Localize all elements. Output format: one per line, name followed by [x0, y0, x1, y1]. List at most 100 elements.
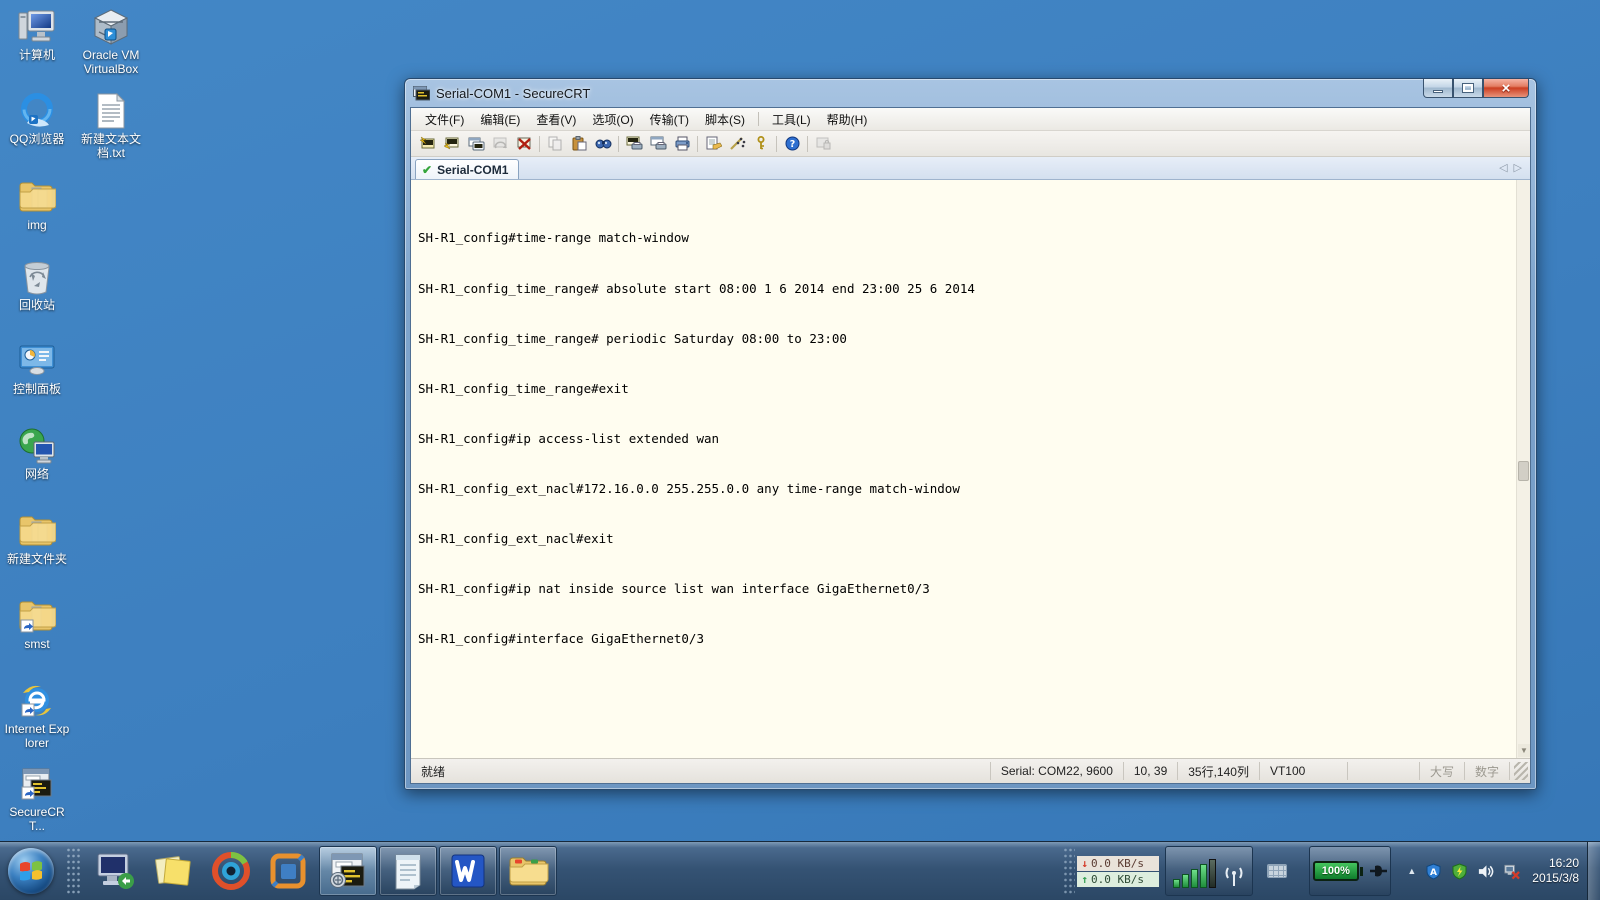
session-options-button[interactable] — [701, 133, 725, 155]
folder-icon — [17, 512, 57, 550]
quick-connect-button[interactable] — [416, 133, 440, 155]
taskbar-vmware[interactable] — [267, 847, 311, 895]
desktop-icon-qq-browser[interactable]: QQ浏览器 — [4, 92, 70, 146]
terminal-line: SH-R1_config_time_range# absolute start … — [418, 280, 975, 296]
desktop-icon-label: 计算机 — [18, 48, 55, 62]
control-panel-icon — [17, 342, 57, 380]
desktop-icon-virtualbox[interactable]: Oracle VM VirtualBox — [78, 8, 144, 76]
network-speed-widget[interactable]: ↓ 0.0 KB/s ↑ 0.0 KB/s — [1077, 855, 1160, 887]
desktop-icon-computer[interactable]: 计算机 — [4, 8, 70, 62]
maximize-button[interactable] — [1453, 79, 1483, 98]
taskbar-notepad-running[interactable] — [379, 846, 437, 896]
close-button[interactable]: × — [1483, 79, 1529, 98]
upload-speed: 0.0 KB/s — [1090, 872, 1144, 886]
show-desktop-button[interactable] — [1587, 842, 1600, 900]
session-options-icon — [705, 136, 722, 151]
green-shield-tray-icon[interactable] — [1451, 862, 1468, 880]
desktop-icon-label: 网络 — [24, 467, 49, 481]
desktop-icon-securecrt[interactable]: SecureCRT... — [4, 765, 70, 833]
explorer-folder-icon — [509, 857, 549, 886]
taskbar-remote-desktop[interactable] — [93, 847, 137, 895]
print-button[interactable] — [670, 133, 694, 155]
taskbar-grip[interactable] — [66, 847, 80, 895]
desktop-icon-network[interactable]: 网络 — [4, 427, 70, 481]
copy-button[interactable] — [543, 133, 567, 155]
desktop-icon-recycle-bin[interactable]: 回收站 — [4, 258, 70, 312]
upload-arrow-icon: ↑ — [1081, 872, 1088, 886]
connect-in-tab-icon — [468, 136, 485, 151]
global-options-button[interactable] — [725, 133, 749, 155]
maximize-icon — [1462, 83, 1474, 93]
scrollbar-thumb[interactable] — [1518, 461, 1529, 481]
taskbar-explorer-running[interactable] — [499, 846, 557, 896]
taskbar-securecrt-running[interactable] — [319, 846, 377, 896]
menu-script[interactable]: 脚本(S) — [697, 108, 753, 131]
menu-options[interactable]: 选项(O) — [584, 108, 641, 131]
tab-serial-com1[interactable]: ✔ Serial-COM1 — [415, 159, 520, 179]
menu-edit[interactable]: 编辑(E) — [472, 108, 528, 131]
desktop-icon-smst[interactable]: smst — [4, 597, 70, 651]
terminal-area[interactable]: SH-R1_config#time-range match-window SH-… — [411, 180, 1530, 759]
system-tray: ↓ 0.0 KB/s ↑ 0.0 KB/s 100% ▲ A 16:20 201… — [1063, 842, 1600, 900]
desktop-icon-label: smst — [24, 637, 50, 651]
menu-tools[interactable]: 工具(L) — [764, 108, 819, 131]
paste-button[interactable] — [567, 133, 591, 155]
desktop-icon-internet-explorer[interactable]: Internet Explorer — [4, 682, 70, 750]
desktop-icon-new-folder[interactable]: 新建文件夹 — [4, 512, 70, 566]
clock-date: 2015/3/8 — [1532, 871, 1579, 885]
input-method-keyboard-icon[interactable] — [1267, 864, 1288, 878]
reconnect-button[interactable] — [488, 133, 512, 155]
resize-grip[interactable] — [1514, 762, 1528, 780]
status-caps-lock: 大写 — [1418, 762, 1464, 780]
keygen-button[interactable] — [749, 133, 773, 155]
recycle-bin-icon — [17, 258, 57, 296]
find-button[interactable] — [591, 133, 615, 155]
print-eject-button[interactable] — [646, 133, 670, 155]
disconnect-button[interactable] — [512, 133, 536, 155]
desktop-icon-img-folder[interactable]: img — [4, 178, 70, 232]
disconnect-icon — [516, 136, 533, 151]
session-lock-button[interactable] — [811, 133, 835, 155]
taskbar-wps-writer-running[interactable] — [439, 846, 497, 896]
vertical-scrollbar[interactable]: ▼ — [1516, 180, 1530, 758]
wifi-signal-widget[interactable] — [1165, 846, 1254, 896]
start-button[interactable] — [4, 844, 58, 898]
desktop-icon-label: SecureCRT... — [9, 805, 65, 833]
print-screen-button[interactable] — [622, 133, 646, 155]
quick-connect-icon — [419, 136, 437, 151]
desktop-icon-label: 控制面板 — [12, 382, 61, 396]
menu-file[interactable]: 文件(F) — [417, 108, 472, 131]
taskbar-media-player[interactable] — [209, 847, 253, 895]
minimize-button[interactable] — [1423, 79, 1453, 98]
terminal-line: SH-R1_config_ext_nacl#172.16.0.0 255.255… — [418, 480, 960, 496]
connect-in-tab-button[interactable] — [464, 133, 488, 155]
media-player-icon — [212, 851, 250, 890]
show-hidden-icons-button[interactable]: ▲ — [1407, 866, 1416, 876]
desktop-icon-control-panel[interactable]: 控制面板 — [4, 342, 70, 396]
window-titlebar[interactable]: Serial-COM1 - SecureCRT × — [405, 79, 1536, 107]
menu-view[interactable]: 查看(V) — [528, 108, 584, 131]
scrollbar-down-arrow-icon[interactable]: ▼ — [1518, 744, 1530, 757]
tab-scroll-left-icon[interactable]: ◁ — [1499, 161, 1507, 174]
print-icon — [674, 136, 691, 151]
menu-help[interactable]: 帮助(H) — [819, 108, 876, 131]
clock-time: 16:20 — [1548, 856, 1579, 870]
battery-widget[interactable]: 100% — [1309, 846, 1392, 896]
volume-speaker-icon[interactable] — [1477, 863, 1494, 880]
status-emulation: VT100 — [1258, 762, 1347, 780]
menu-separator — [757, 112, 759, 126]
status-terminal-size: 35行,140列 — [1177, 762, 1259, 780]
window-title: Serial-COM1 - SecureCRT — [436, 85, 591, 101]
help-button[interactable]: ? — [780, 133, 804, 155]
svg-text:?: ? — [789, 139, 795, 150]
blue-shield-tray-icon[interactable]: A — [1425, 862, 1442, 880]
terminal-line: SH-R1_config#ip nat inside source list w… — [418, 581, 930, 597]
securecrt-icon — [330, 853, 365, 888]
network-disconnected-icon[interactable] — [1503, 863, 1521, 880]
tab-scroll-right-icon[interactable]: ▷ — [1514, 161, 1522, 174]
desktop-icon-text-file[interactable]: 新建文本文档.txt — [78, 92, 144, 160]
taskbar-clock[interactable]: 16:20 2015/3/8 — [1532, 856, 1579, 886]
taskbar-sticky-notes[interactable] — [151, 847, 195, 895]
connect-button[interactable] — [440, 133, 464, 155]
menu-transfer[interactable]: 传输(T) — [642, 108, 697, 131]
